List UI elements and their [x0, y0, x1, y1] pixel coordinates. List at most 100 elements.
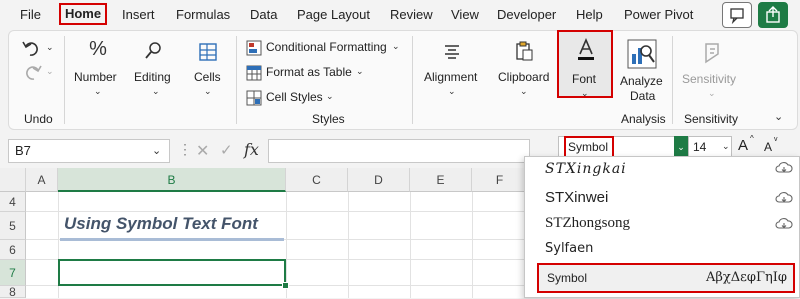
font-option-stxingkai[interactable]: STXingkai [545, 161, 627, 177]
row-header-4[interactable]: 4 [0, 192, 26, 212]
search-icon [145, 42, 161, 59]
chevron-down-icon: ⌄ [94, 86, 102, 96]
cells-button[interactable]: Cells ⌄ [186, 38, 230, 102]
font-dropdown-list[interactable]: STXingkai STXinwei STZhongsong Sylfaen S… [524, 156, 800, 298]
column-header-f[interactable]: F [472, 168, 528, 192]
sensitivity-button[interactable]: Sensitivity ⌄ [680, 38, 742, 102]
share-icon [766, 6, 780, 23]
font-size-dropdown-icon[interactable]: ⌄ [722, 141, 730, 152]
chevron-down-icon: ⌄ [152, 86, 160, 96]
group-divider [672, 36, 673, 124]
chevron-down-icon: ⌄ [520, 86, 528, 96]
chevron-down-icon: ⌄ [708, 88, 716, 98]
gridline [410, 192, 411, 298]
number-label: Number [74, 70, 117, 84]
alignment-button[interactable]: Alignment ⌄ [420, 38, 484, 102]
cell-styles-icon [246, 90, 262, 106]
percent-icon: % [89, 38, 107, 60]
tab-formulas[interactable]: Formulas [176, 7, 230, 22]
decrease-caret-icon: v [774, 136, 778, 143]
analysis-group-label: Analysis [621, 112, 666, 126]
decrease-font-size-icon[interactable]: A [764, 140, 772, 154]
sensitivity-icon [705, 43, 719, 64]
styles-group-label: Styles [312, 112, 345, 126]
selected-cell-b7[interactable] [58, 259, 286, 286]
column-header-a[interactable]: A [26, 168, 58, 192]
chevron-down-icon: ⌄ [581, 88, 589, 98]
format-as-table-label: Format as Table [266, 65, 352, 79]
tab-view[interactable]: View [451, 7, 479, 22]
increase-caret-icon: ^ [750, 134, 754, 143]
formula-bar-grip-icon: ⋮ [178, 141, 192, 157]
fill-handle[interactable] [282, 282, 289, 289]
tab-data[interactable]: Data [250, 7, 277, 22]
clipboard-button[interactable]: Clipboard ⌄ [494, 38, 556, 102]
cell-b5-title[interactable]: Using Symbol Text Font [64, 214, 258, 234]
undo-icon[interactable] [20, 38, 44, 58]
tab-insert[interactable]: Insert [122, 7, 155, 22]
row-header-8[interactable]: 8 [0, 286, 26, 298]
select-all-corner[interactable] [0, 168, 26, 192]
conditional-formatting-label: Conditional Formatting [266, 40, 387, 54]
number-button[interactable]: % Number ⌄ [70, 38, 126, 102]
increase-font-size-icon[interactable]: A [738, 137, 748, 154]
redo-icon[interactable] [20, 62, 44, 82]
clipboard-icon [516, 41, 533, 61]
column-header-b[interactable]: B [58, 168, 286, 192]
name-box-dropdown-icon[interactable]: ⌄ [152, 144, 161, 157]
tab-power-pivot[interactable]: Power Pivot [624, 7, 693, 22]
undo-group-label: Undo [24, 112, 53, 126]
chevron-down-icon: ⌄ [448, 86, 456, 96]
cell-styles-button[interactable]: Cell Styles ⌄ [246, 88, 336, 108]
font-color-icon [578, 38, 594, 60]
chevron-down-icon: ⌄ [392, 41, 400, 51]
comments-button[interactable] [722, 2, 752, 28]
analyze-data-button[interactable]: Analyze Data [618, 38, 666, 108]
tab-help[interactable]: Help [576, 7, 603, 22]
ribbon-collapse-icon[interactable]: ⌄ [774, 110, 783, 123]
tab-page-layout[interactable]: Page Layout [297, 7, 370, 22]
row-header-6[interactable]: 6 [0, 240, 26, 260]
cloud-download-icon [775, 162, 793, 173]
conditional-formatting-button[interactable]: Conditional Formatting ⌄ [246, 38, 406, 58]
font-option-stxinwei[interactable]: STXinwei [545, 189, 608, 206]
comment-icon [730, 8, 744, 25]
undo-dropdown-icon[interactable]: ⌄ [46, 42, 54, 53]
font-name-dropdown-icon[interactable]: ⌄ [674, 136, 688, 158]
format-as-table-button[interactable]: Format as Table ⌄ [246, 63, 366, 83]
conditional-formatting-icon [246, 40, 262, 56]
gridline [472, 192, 473, 298]
chevron-down-icon: ⌄ [326, 91, 334, 101]
tab-review[interactable]: Review [390, 7, 433, 22]
share-button[interactable] [758, 2, 788, 28]
cloud-download-icon [775, 218, 793, 229]
group-divider [64, 36, 65, 124]
cancel-icon[interactable]: ✕ [196, 141, 209, 161]
group-divider [236, 36, 237, 124]
column-header-e[interactable]: E [410, 168, 472, 192]
chevron-down-icon: ⌄ [356, 66, 364, 76]
align-icon [445, 45, 459, 59]
column-header-d[interactable]: D [348, 168, 410, 192]
group-divider [412, 36, 413, 124]
enter-icon[interactable]: ✓ [220, 141, 233, 159]
tab-developer[interactable]: Developer [497, 7, 556, 22]
cloud-download-icon [775, 192, 793, 203]
gridline [26, 211, 526, 212]
tab-home[interactable]: Home [59, 3, 107, 25]
analyze-data-icon [627, 39, 657, 69]
font-option-stzhongsong[interactable]: STZhongsong [545, 215, 630, 232]
name-box[interactable]: B7 [8, 139, 170, 163]
font-option-symbol[interactable]: Symbol ΑβχΔεφΓηΙφ [537, 263, 795, 293]
font-option-sylfaen[interactable]: Sylfaen [545, 241, 593, 256]
insert-function-icon[interactable]: fx [244, 140, 259, 159]
font-button[interactable]: Font ⌄ [557, 30, 613, 98]
redo-dropdown-icon[interactable]: ⌄ [46, 66, 54, 77]
row-header-7[interactable]: 7 [0, 260, 26, 286]
tab-file[interactable]: File [20, 7, 41, 22]
formula-input[interactable] [268, 139, 530, 163]
row-header-5[interactable]: 5 [0, 212, 26, 240]
column-header-c[interactable]: C [286, 168, 348, 192]
cells-icon [199, 43, 217, 61]
editing-button[interactable]: Editing ⌄ [130, 38, 180, 102]
